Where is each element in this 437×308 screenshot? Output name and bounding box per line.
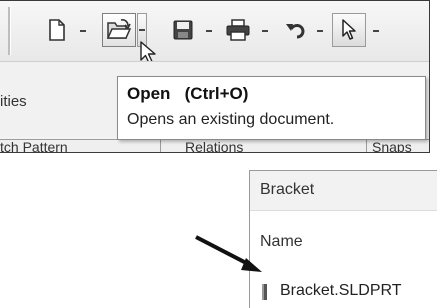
pointer-arrow-annotation [195,235,262,272]
